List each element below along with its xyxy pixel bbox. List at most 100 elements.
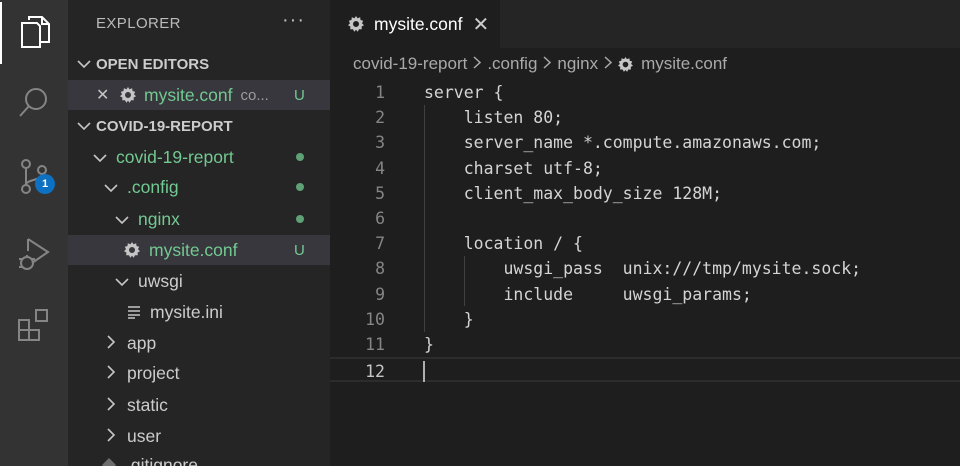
git-file-icon [102, 458, 116, 466]
chevron-right-icon [473, 54, 482, 74]
line-text: charset utf-8; [424, 158, 603, 178]
chevron-down-icon [114, 271, 130, 292]
code-line: 3 server_name *.compute.amazonaws.com; [330, 130, 960, 155]
code-line: 11} [330, 332, 960, 357]
modified-dot [296, 153, 304, 161]
chevron-right-icon [103, 363, 119, 384]
breadcrumb-item[interactable]: .config [487, 54, 537, 74]
tree-item-label: nginx [138, 208, 180, 229]
untracked-badge: U [294, 241, 305, 259]
open-editor-description: co... [240, 86, 269, 104]
extensions-icon [16, 306, 52, 349]
line-text: location / { [424, 234, 583, 254]
tree-item-label: uwsgi [138, 270, 183, 291]
tab-close-icon[interactable]: ✕ [473, 12, 490, 37]
project-label: COVID-19-REPORT [96, 117, 233, 135]
tree-item-label: app [127, 332, 157, 353]
chevron-down-icon [92, 147, 108, 168]
chevron-down-icon [76, 56, 92, 73]
tree-folder-app[interactable]: app [68, 328, 330, 358]
gear-icon [120, 87, 136, 103]
chevron-down-icon [103, 177, 119, 198]
gear-icon [618, 56, 634, 72]
tree-item-label: static [127, 394, 168, 415]
tree-folder-uwsgi[interactable]: uwsgi [68, 266, 330, 296]
tree-file-gitignore[interactable]: .gitignore [68, 450, 330, 466]
code-editor[interactable]: 1 server { 2 listen 80; 3 server_name *.c… [330, 80, 960, 383]
chevron-down-icon [76, 118, 92, 135]
line-text: server_name *.compute.amazonaws.com; [424, 133, 822, 153]
tree-folder-project[interactable]: project [68, 358, 330, 388]
text-cursor [423, 361, 425, 383]
open-editors-section-header[interactable]: OPEN EDITORS [68, 49, 330, 79]
tree-item-label: covid-19-report [116, 146, 234, 167]
line-number: 12 [365, 362, 385, 382]
open-editor-item[interactable]: ✕ mysite.conf co... U [68, 80, 330, 110]
code-line-current: 12 [330, 357, 960, 383]
search-icon [17, 86, 51, 125]
chevron-right-icon [604, 54, 613, 74]
code-line: 10 } [330, 307, 960, 332]
tree-item-label: user [127, 425, 162, 446]
editor-area: mysite.conf ✕ covid-19-report .config ng… [330, 0, 960, 466]
tree-folder-user[interactable]: user [68, 421, 330, 451]
search-activity-button[interactable] [0, 74, 68, 136]
tree-item-label: project [127, 362, 180, 383]
line-number: 10 [365, 309, 385, 329]
line-number: 3 [375, 133, 385, 153]
tree-file-mysite-ini[interactable]: mysite.ini [68, 297, 330, 327]
tab-bar: mysite.conf ✕ [330, 0, 960, 48]
line-number: 2 [375, 108, 385, 128]
line-number: 1 [375, 83, 385, 102]
code-line: 8 uwsgi_pass unix:///tmp/mysite.sock; [330, 256, 960, 281]
tree-folder-nginx[interactable]: nginx [68, 204, 330, 234]
line-text: uwsgi_pass unix:///tmp/mysite.sock; [424, 259, 862, 279]
line-number: 8 [375, 259, 385, 279]
files-icon [18, 12, 52, 55]
open-editor-filename: mysite.conf [144, 84, 233, 105]
tree-file-mysite-conf[interactable]: mysite.conf U [68, 235, 330, 265]
chevron-right-icon [103, 426, 119, 447]
line-text: include uwsgi_params; [424, 284, 752, 304]
modified-dot [296, 183, 304, 191]
code-line: 2 listen 80; [330, 105, 960, 130]
code-line: 9 include uwsgi_params; [330, 282, 960, 307]
breadcrumb-item[interactable]: nginx [557, 54, 598, 74]
run-debug-activity-button[interactable] [0, 224, 68, 286]
extensions-activity-button[interactable] [0, 296, 68, 358]
project-section-header[interactable]: COVID-19-REPORT [68, 111, 330, 141]
line-text: listen 80; [424, 108, 564, 128]
line-text: client_max_body_size 128M; [424, 183, 723, 203]
text-file-icon [128, 305, 140, 319]
tab-mysite-conf[interactable]: mysite.conf ✕ [330, 0, 500, 48]
explorer-activity-button[interactable] [0, 2, 68, 64]
line-number: 6 [375, 208, 385, 228]
tree-item-label: mysite.conf [149, 239, 238, 260]
breadcrumb-item[interactable]: covid-19-report [353, 54, 467, 74]
source-control-activity-button[interactable]: 1 [0, 148, 68, 210]
chevron-right-icon [103, 395, 119, 416]
code-line: 5 client_max_body_size 128M; [330, 181, 960, 206]
chevron-down-icon [114, 209, 130, 230]
activity-bar: 1 [0, 0, 68, 466]
code-line: 7 location / { [330, 231, 960, 256]
line-text: server { [424, 83, 504, 102]
line-number: 9 [375, 284, 385, 304]
line-text: } [424, 334, 434, 354]
untracked-badge: U [294, 86, 305, 104]
gear-icon [348, 16, 364, 32]
tree-item-label: .gitignore [126, 454, 198, 466]
open-editors-label: OPEN EDITORS [96, 55, 210, 73]
more-actions-button[interactable]: ··· [282, 9, 305, 32]
breadcrumb-item[interactable]: mysite.conf [641, 54, 727, 74]
chevron-right-icon [103, 333, 119, 354]
tree-folder-config[interactable]: .config [68, 172, 330, 202]
tree-folder-static[interactable]: static [68, 390, 330, 420]
code-line: 6 [330, 206, 960, 231]
breadcrumb: covid-19-report .config nginx mysite.con… [353, 54, 727, 74]
line-number: 7 [375, 234, 385, 254]
close-editor-icon[interactable]: ✕ [96, 85, 112, 105]
tree-item-label: .config [127, 176, 179, 197]
tree-folder-covid-19-report[interactable]: covid-19-report [68, 142, 330, 172]
line-number: 4 [375, 158, 385, 178]
